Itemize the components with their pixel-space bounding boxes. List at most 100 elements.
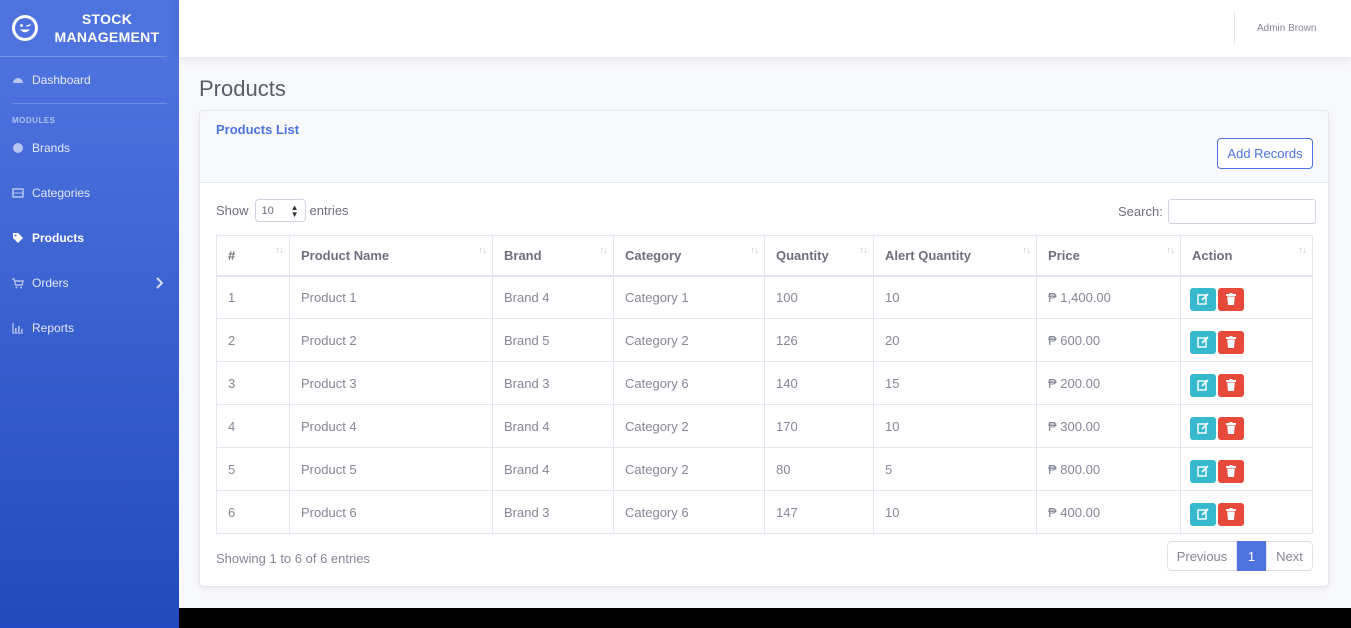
cell-price: ₱ 400.00 [1036,490,1181,534]
cell-alert-quantity: 5 [873,447,1037,491]
cell-alert-quantity: 10 [873,404,1037,448]
cell-brand: Brand 4 [492,404,614,448]
trash-icon [1226,422,1236,434]
page-1-button[interactable]: 1 [1237,541,1266,571]
tag-icon [13,233,23,243]
next-page-button[interactable]: Next [1266,541,1313,571]
column-header-number[interactable]: # ↑↓ [216,235,290,277]
column-header-brand[interactable]: Brand ↑↓ [492,235,614,277]
cell-brand: Brand 3 [492,490,614,534]
list-icon [12,188,24,198]
table-header-row: # ↑↓ Product Name ↑↓ Brand ↑↓ Category ↑↓ Qu… [216,235,1313,277]
cell-action [1180,490,1313,534]
edit-icon [1197,465,1209,477]
cell-category: Category 1 [613,275,765,319]
edit-button[interactable] [1190,502,1216,526]
cell-action [1180,447,1313,491]
cell-quantity: 126 [764,318,874,362]
card-header: Products List Add Records [200,111,1328,183]
cell-quantity: 140 [764,361,874,405]
trash-icon [1226,293,1236,306]
sort-icon: ↑↓ [599,245,608,256]
cell-quantity: 170 [764,404,874,448]
sidebar-item-orders[interactable]: Orders [0,256,179,310]
edit-button[interactable] [1190,373,1216,397]
sort-icon: ↑↓ [859,245,868,256]
previous-page-button[interactable]: Previous [1167,541,1237,571]
brand[interactable]: STOCK MANAGEMENT [0,0,167,57]
cell-number: 2 [216,318,290,362]
laugh-wink-icon [12,15,38,41]
cell-brand: Brand 3 [492,361,614,405]
sidebar: STOCK MANAGEMENT Dashboard MODULES Brand… [0,0,179,628]
delete-button[interactable] [1218,373,1244,397]
cell-category: Category 2 [613,318,765,362]
column-header-action[interactable]: Action ↑↓ [1180,235,1313,277]
sort-icon: ↑↓ [1022,245,1031,256]
topbar: Admin Brown [179,0,1351,57]
table-row: 6 Product 6 Brand 3 Category 6 147 10 ₱ 400.00 [216,490,1313,534]
sidebar-item-label: Brands [32,141,71,155]
cell-product-name: Product 2 [289,318,493,362]
edit-button[interactable] [1190,330,1216,354]
column-header-category[interactable]: Category ↑↓ [613,235,765,277]
cell-product-name: Product 1 [289,275,493,319]
sidebar-item-products[interactable]: Products [0,220,179,256]
table-row: 4 Product 4 Brand 4 Category 2 170 10 ₱ 300.00 [216,404,1313,448]
tachometer-icon [13,78,23,83]
cell-alert-quantity: 15 [873,361,1037,405]
add-records-button[interactable]: Add Records [1217,138,1313,169]
entries-label: entries [309,203,349,218]
delete-button[interactable] [1218,287,1244,311]
edit-button[interactable] [1190,459,1216,483]
cell-number: 3 [216,361,290,405]
cell-quantity: 80 [764,447,874,491]
edit-icon [1197,422,1209,434]
sidebar-heading: MODULES [12,116,56,125]
edit-icon [1197,293,1209,305]
delete-button[interactable] [1218,330,1244,354]
sidebar-item-categories[interactable]: Categories [0,166,179,220]
cell-alert-quantity: 10 [873,490,1037,534]
column-header-quantity[interactable]: Quantity ↑↓ [764,235,874,277]
edit-icon [1197,508,1209,520]
user-menu[interactable]: Admin Brown [1257,23,1316,34]
table-search: Search: [1118,199,1316,224]
column-header-alert-quantity[interactable]: Alert Quantity ↑↓ [873,235,1037,277]
entries-length: Show 10 ▲ ▼ entries [216,199,349,222]
cell-price: ₱ 800.00 [1036,447,1181,491]
sidebar-item-dashboard[interactable]: Dashboard [0,57,179,103]
sidebar-item-brands[interactable]: Brands [0,130,179,166]
cell-brand: Brand 4 [492,447,614,491]
cell-alert-quantity: 10 [873,275,1037,319]
entries-select[interactable]: 10 ▲ ▼ [254,199,306,222]
cell-category: Category 2 [613,404,765,448]
trash-icon [1226,465,1236,477]
cell-price: ₱ 1,400.00 [1036,275,1181,319]
edit-icon [1197,336,1209,348]
card-title: Products List [216,122,300,137]
trash-icon [1226,336,1236,348]
cell-category: Category 6 [613,361,765,405]
edit-button[interactable] [1190,287,1216,311]
edit-button[interactable] [1190,416,1216,440]
sort-icon: ↑↓ [750,245,759,256]
delete-button[interactable] [1218,459,1244,483]
column-header-price[interactable]: Price ↑↓ [1036,235,1181,277]
sidebar-item-reports[interactable]: Reports [0,310,179,346]
table-row: 3 Product 3 Brand 3 Category 6 140 15 ₱ 200.00 [216,361,1313,405]
pagination: Previous 1 Next [1167,541,1313,571]
cell-quantity: 100 [764,275,874,319]
cell-quantity: 147 [764,490,874,534]
delete-button[interactable] [1218,502,1244,526]
column-header-product-name[interactable]: Product Name ↑↓ [289,235,493,277]
search-label: Search: [1118,204,1163,219]
edit-icon [1197,379,1209,391]
delete-button[interactable] [1218,416,1244,440]
cell-price: ₱ 300.00 [1036,404,1181,448]
products-table: # ↑↓ Product Name ↑↓ Brand ↑↓ Category ↑↓ Qu… [216,235,1313,534]
cell-price: ₱ 600.00 [1036,318,1181,362]
cell-number: 6 [216,490,290,534]
search-input[interactable] [1167,199,1316,224]
topbar-divider [1234,12,1235,45]
